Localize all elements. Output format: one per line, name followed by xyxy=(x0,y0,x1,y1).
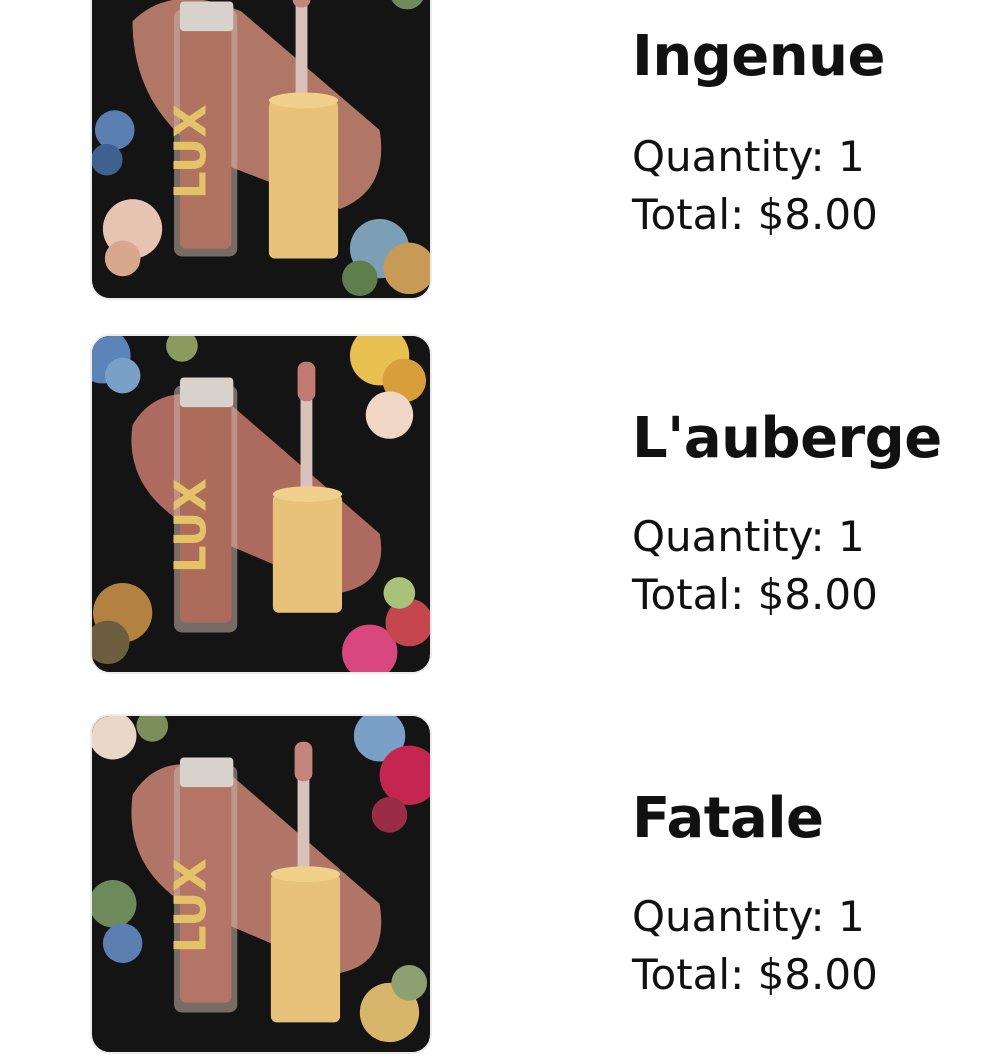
cart-item[interactable]: LUX L'auberge Quantity: 1 Total: $8.00 xyxy=(0,334,1000,684)
cart-items-list: LUX Ingenue Quantity: 1 Total: $8.00 LUX… xyxy=(0,0,1000,1054)
lip-gloss-product-image: LUX xyxy=(92,336,430,672)
item-name: Fatale xyxy=(632,786,824,851)
product-image[interactable]: LUX xyxy=(90,334,432,674)
item-quantity: Quantity: 1 xyxy=(632,512,865,561)
brand-text: LUX xyxy=(167,104,217,199)
cart-item[interactable]: LUX Fatale Quantity: 1 Total: $8.00 xyxy=(0,714,1000,1064)
brand-text: LUX xyxy=(167,858,217,953)
item-total: Total: $8.00 xyxy=(632,570,878,619)
product-image[interactable]: LUX xyxy=(90,714,432,1054)
item-name: L'auberge xyxy=(632,406,942,471)
cart-item[interactable]: LUX Ingenue Quantity: 1 Total: $8.00 xyxy=(0,0,1000,310)
item-total: Total: $8.00 xyxy=(632,190,878,239)
item-total: Total: $8.00 xyxy=(632,950,878,999)
item-quantity: Quantity: 1 xyxy=(632,892,865,941)
item-name: Ingenue xyxy=(632,24,885,89)
product-image[interactable]: LUX xyxy=(90,0,432,300)
lip-gloss-product-image: LUX xyxy=(92,0,430,298)
lip-gloss-product-image: LUX xyxy=(92,716,430,1052)
item-quantity: Quantity: 1 xyxy=(632,132,865,181)
brand-text: LUX xyxy=(167,478,217,573)
